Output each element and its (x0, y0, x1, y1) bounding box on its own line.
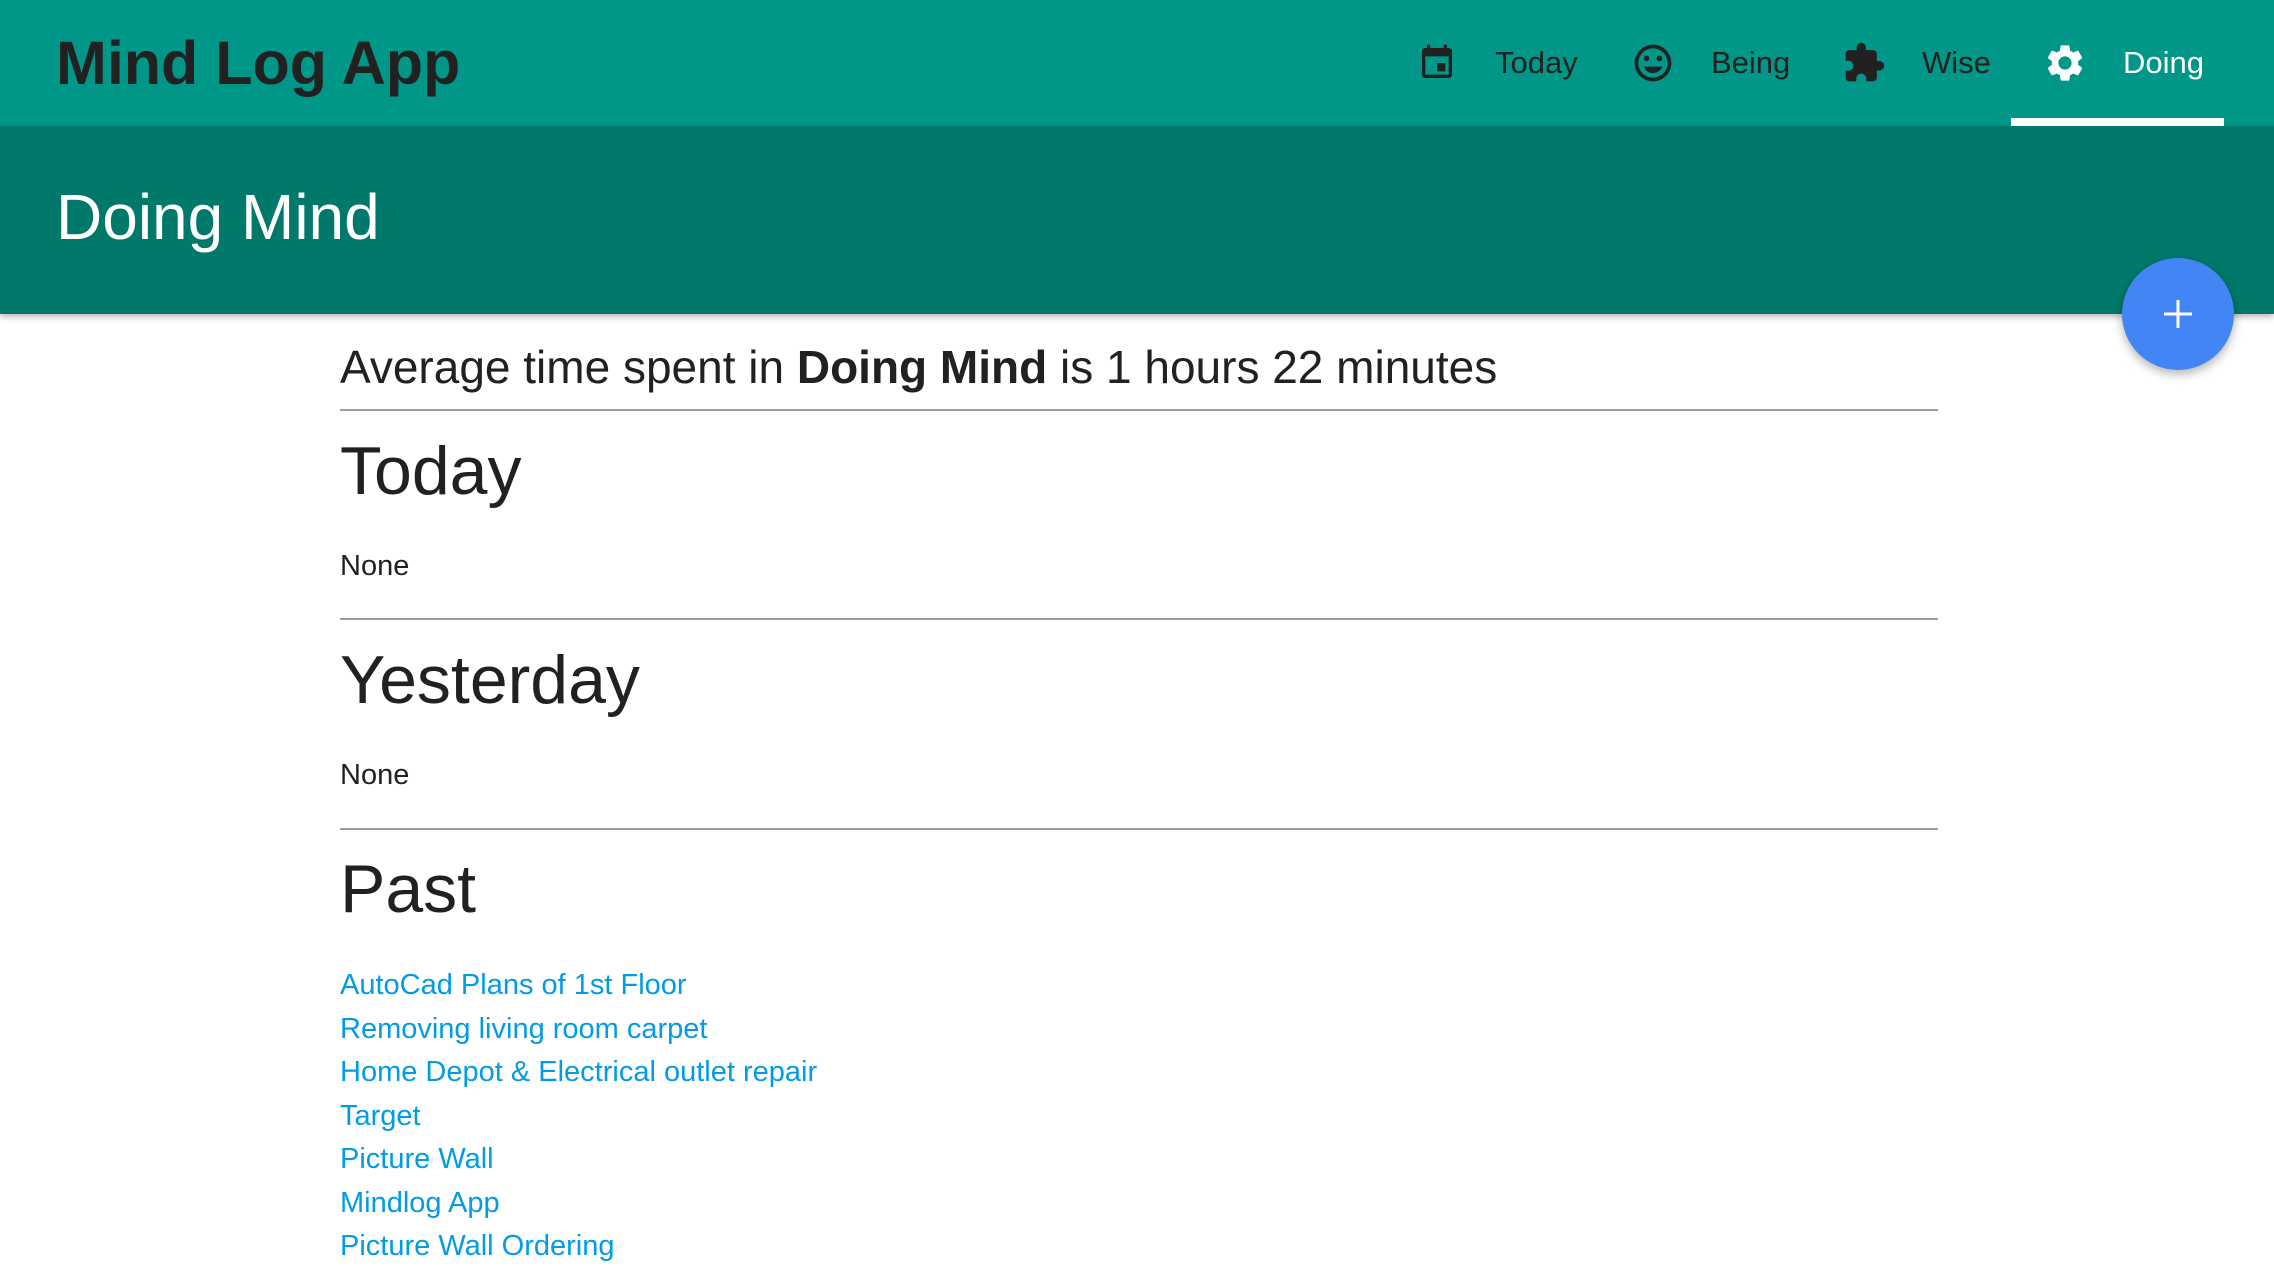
tab-label: Doing (2123, 45, 2204, 80)
divider (340, 409, 1938, 411)
tab-label: Today (1495, 45, 1578, 80)
active-tab-indicator (2011, 118, 2224, 126)
app-title: Mind Log App (56, 29, 461, 97)
divider (340, 618, 1938, 620)
section-heading-yesterday: Yesterday (340, 642, 640, 718)
section-heading-past: Past (340, 851, 477, 927)
smiley-face-icon (1631, 41, 1675, 85)
past-entry-link[interactable]: Mindlog App (340, 1182, 817, 1226)
past-entry-link[interactable]: Picture Wall (340, 1138, 817, 1182)
tab-doing[interactable]: Doing (2043, 0, 2204, 126)
calendar-icon (1415, 41, 1459, 85)
tab-today[interactable]: Today (1415, 0, 1578, 126)
past-entry-link[interactable]: AutoCad Plans of 1st Floor (340, 964, 817, 1008)
tab-label: Being (1711, 45, 1791, 80)
past-entry-link[interactable]: Target (340, 1095, 817, 1139)
divider (340, 828, 1938, 830)
page-title: Doing Mind (56, 181, 380, 253)
page-header: Doing Mind (0, 126, 2274, 314)
past-entries-list: AutoCad Plans of 1st Floor Removing livi… (340, 964, 817, 1269)
top-app-bar: Mind Log App Today Being Wise Doing (0, 0, 2274, 126)
average-time-summary: Average time spent in Doing Mind is 1 ho… (340, 336, 1497, 398)
plus-icon (2164, 300, 2192, 328)
summary-mind-name: Doing Mind (796, 341, 1048, 393)
tab-being[interactable]: Being (1631, 0, 1790, 126)
today-empty-text: None (340, 550, 410, 582)
puzzle-piece-icon (1842, 41, 1886, 85)
past-entry-link[interactable]: Home Depot & Electrical outlet repair (340, 1051, 817, 1095)
summary-suffix: is 1 hours 22 minutes (1047, 341, 1498, 393)
add-entry-button[interactable] (2122, 258, 2234, 370)
tab-wise[interactable]: Wise (1842, 0, 1991, 126)
tab-label: Wise (1922, 45, 1991, 80)
summary-prefix: Average time spent in (340, 341, 797, 393)
past-entry-link[interactable]: Removing living room carpet (340, 1008, 817, 1052)
section-heading-today: Today (340, 433, 522, 509)
past-entry-link[interactable]: Picture Wall Ordering (340, 1225, 817, 1269)
gear-icon (2043, 41, 2087, 85)
yesterday-empty-text: None (340, 759, 410, 791)
